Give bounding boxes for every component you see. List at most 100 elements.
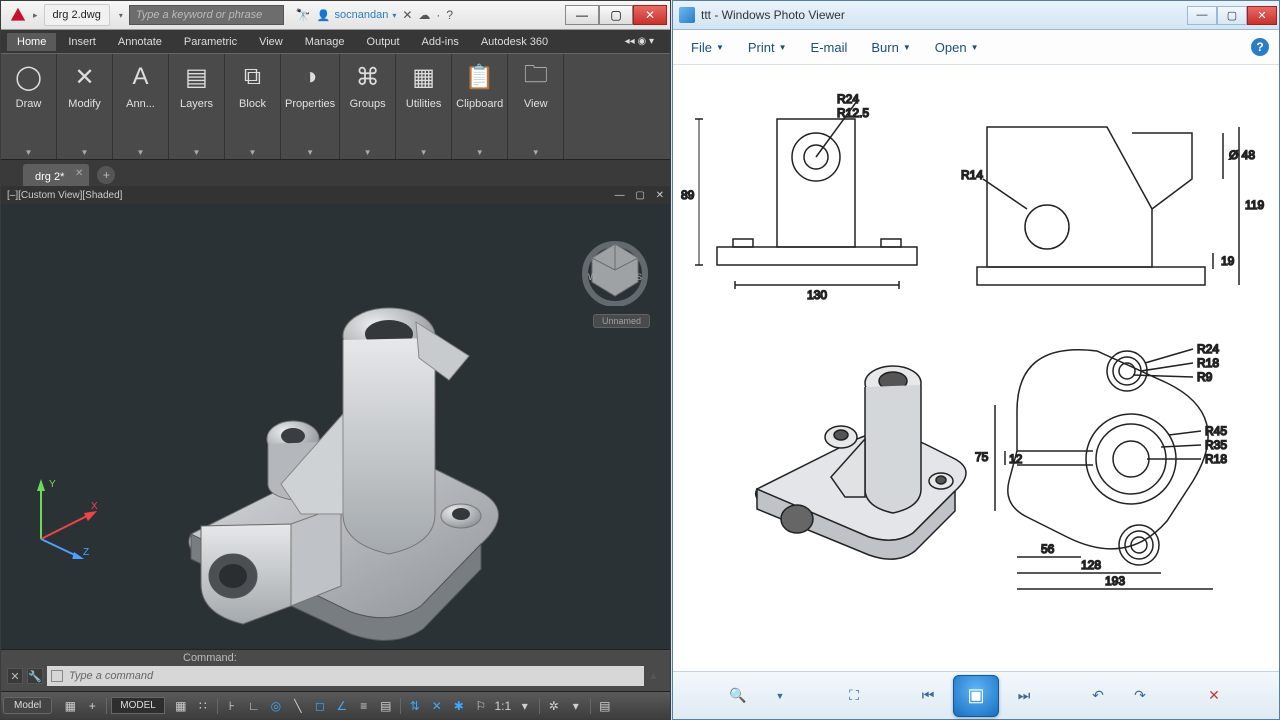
model-tab-button[interactable]: Model xyxy=(3,697,52,714)
layout-plus-icon[interactable]: ▦ xyxy=(60,695,80,717)
grid-icon[interactable]: ▦ xyxy=(171,695,191,717)
binoculars-icon[interactable]: 🔭 xyxy=(296,8,311,22)
command-input[interactable]: Type a command xyxy=(47,666,644,686)
ribbon-expand-icon[interactable]: ▼ xyxy=(364,148,372,157)
photo-viewer-canvas[interactable]: 89 130 R24 R12.5 R14 Ø 48 119 19 xyxy=(673,65,1279,671)
selection-cycle-icon[interactable]: ⇅ xyxy=(405,695,425,717)
dynamic-ucs-icon[interactable]: ✱ xyxy=(449,695,469,717)
cmd-config-icon[interactable]: 🔧 xyxy=(27,668,43,684)
close-tab-icon[interactable]: ✕ xyxy=(75,168,83,179)
ribbon-expand-icon[interactable]: ▼ xyxy=(137,148,145,157)
exchange-icon[interactable]: ✕ xyxy=(402,8,412,22)
fit-window-button[interactable]: ⛶ xyxy=(837,681,871,711)
ortho-icon[interactable]: ∟ xyxy=(244,695,264,717)
ribbon-expand-icon[interactable]: ▼ xyxy=(306,148,314,157)
annotation-scale[interactable]: 1:1 xyxy=(493,695,513,717)
menutab-output[interactable]: Output xyxy=(357,33,410,51)
qat-dropdown-icon[interactable]: ▾ xyxy=(119,11,123,20)
ribbon-panel-draw[interactable]: ◯Draw▼ xyxy=(1,54,57,159)
ribbon-expand-icon[interactable]: ▼ xyxy=(25,148,33,157)
minimize-button[interactable]: — xyxy=(1187,6,1217,25)
otrack-icon[interactable]: ∠ xyxy=(332,695,352,717)
menutab-view[interactable]: View xyxy=(249,33,293,51)
slideshow-button[interactable]: ▣ xyxy=(953,675,999,717)
ribbon-panel-view[interactable]: 🗀View▼ xyxy=(508,54,564,159)
new-tab-button[interactable]: + xyxy=(97,166,115,184)
autocad-logo[interactable] xyxy=(7,4,29,26)
ribbon-panel-modify[interactable]: ✕Modify▼ xyxy=(57,54,113,159)
cmd-expand-icon[interactable]: ▲ xyxy=(648,670,664,682)
viewport-minimize-icon[interactable]: — xyxy=(615,190,625,201)
ribbon-expand-icon[interactable]: ▼ xyxy=(81,148,89,157)
ribbon-icon: A xyxy=(124,60,158,94)
help-icon[interactable]: ? xyxy=(1251,38,1269,56)
zoom-out-button[interactable]: 🔍 xyxy=(721,681,755,711)
document-tabs: drg 2* ✕ + xyxy=(1,160,670,186)
menutab-manage[interactable]: Manage xyxy=(295,33,355,51)
qat-caret-icon[interactable]: ▸ xyxy=(33,10,38,21)
menutab-annotate[interactable]: Annotate xyxy=(108,33,172,51)
ribbon-label: View xyxy=(524,98,548,110)
lineweight-icon[interactable]: ≡ xyxy=(354,695,374,717)
close-button[interactable]: ✕ xyxy=(1247,6,1277,25)
ribbon-expand-icon[interactable]: ▼ xyxy=(420,148,428,157)
snap-icon[interactable]: ∷ xyxy=(193,695,213,717)
selection-filter-icon[interactable]: ⚐ xyxy=(471,695,491,717)
ribbon-panel-groups[interactable]: ⌘Groups▼ xyxy=(340,54,396,159)
rotate-ccw-button[interactable]: ↶ xyxy=(1081,681,1115,711)
ribbon-collapse-icon[interactable]: ◂◂ ◉ ▾ xyxy=(615,33,664,50)
quick-access-filename[interactable]: drg 2.dwg xyxy=(44,4,110,26)
viewport-label[interactable]: [–][Custom View][Shaded] xyxy=(7,190,122,201)
search-input[interactable]: Type a keyword or phrase xyxy=(129,5,284,25)
maximize-button[interactable]: ▢ xyxy=(599,5,633,25)
user-menu[interactable]: 👤 socnandan ▾ xyxy=(317,9,397,22)
drawing-canvas[interactable]: Y X Z W S Unnamed xyxy=(1,204,670,649)
gear-icon[interactable]: ✲ xyxy=(544,695,564,717)
add-layout-button[interactable]: + xyxy=(82,695,102,717)
view-cube[interactable]: W S Unnamed xyxy=(580,236,650,306)
ribbon-panel-properties[interactable]: ◑Properties▼ xyxy=(281,54,340,159)
close-button[interactable]: ✕ xyxy=(633,5,667,25)
zoom-dropdown[interactable]: ▼ xyxy=(763,681,797,711)
maximize-button[interactable]: ▢ xyxy=(1217,6,1247,25)
modelspace-toggle[interactable]: MODEL xyxy=(111,697,165,714)
menu-open[interactable]: Open▼ xyxy=(935,40,979,55)
ribbon-panel-clipboard[interactable]: 📋Clipboard▼ xyxy=(452,54,508,159)
customize-icon[interactable]: ▤ xyxy=(595,695,615,717)
ribbon-expand-icon[interactable]: ▼ xyxy=(249,148,257,157)
osnap-icon[interactable]: ◻ xyxy=(310,695,330,717)
ribbon-panel-block[interactable]: ⧉Block▼ xyxy=(225,54,281,159)
ribbon-expand-icon[interactable]: ▼ xyxy=(193,148,201,157)
menutab-addins[interactable]: Add-ins xyxy=(412,33,469,51)
polar-icon[interactable]: ◎ xyxy=(266,695,286,717)
ribbon-expand-icon[interactable]: ▼ xyxy=(476,148,484,157)
menu-burn[interactable]: Burn▼ xyxy=(871,40,910,55)
menutab-insert[interactable]: Insert xyxy=(58,33,106,51)
ribbon-panel-layers[interactable]: ▤Layers▼ xyxy=(169,54,225,159)
document-tab[interactable]: drg 2* ✕ xyxy=(23,164,89,186)
cmd-close-icon[interactable]: ✕ xyxy=(7,668,23,684)
previous-button[interactable]: ⏮ xyxy=(911,681,945,711)
svg-text:R18: R18 xyxy=(1197,356,1219,370)
constraint-icon[interactable]: ⊦ xyxy=(222,695,242,717)
minimize-button[interactable]: — xyxy=(565,5,599,25)
menu-email[interactable]: E-mail xyxy=(811,40,848,55)
rotate-cw-button[interactable]: ↷ xyxy=(1123,681,1157,711)
menutab-autodesk360[interactable]: Autodesk 360 xyxy=(471,33,558,51)
isoplane-icon[interactable]: ╲ xyxy=(288,695,308,717)
menu-file[interactable]: File▼ xyxy=(691,40,724,55)
delete-button[interactable]: ✕ xyxy=(1197,681,1231,711)
ribbon-panel-ann[interactable]: AAnn...▼ xyxy=(113,54,169,159)
next-button[interactable]: ⏭ xyxy=(1007,681,1041,711)
menutab-parametric[interactable]: Parametric xyxy=(174,33,247,51)
transparency-icon[interactable]: ▤ xyxy=(376,695,396,717)
ribbon-panel-utilities[interactable]: ▦Utilities▼ xyxy=(396,54,452,159)
cloud-icon[interactable]: ☁ xyxy=(418,8,430,22)
viewport-maximize-icon[interactable]: ▢ xyxy=(635,190,644,201)
menu-print[interactable]: Print▼ xyxy=(748,40,787,55)
viewport-close-icon[interactable]: ✕ xyxy=(656,190,664,201)
menutab-home[interactable]: Home xyxy=(7,33,56,51)
3dosnap-icon[interactable]: ✕ xyxy=(427,695,447,717)
help-icon[interactable]: ? xyxy=(446,8,453,22)
ribbon-expand-icon[interactable]: ▼ xyxy=(532,148,540,157)
